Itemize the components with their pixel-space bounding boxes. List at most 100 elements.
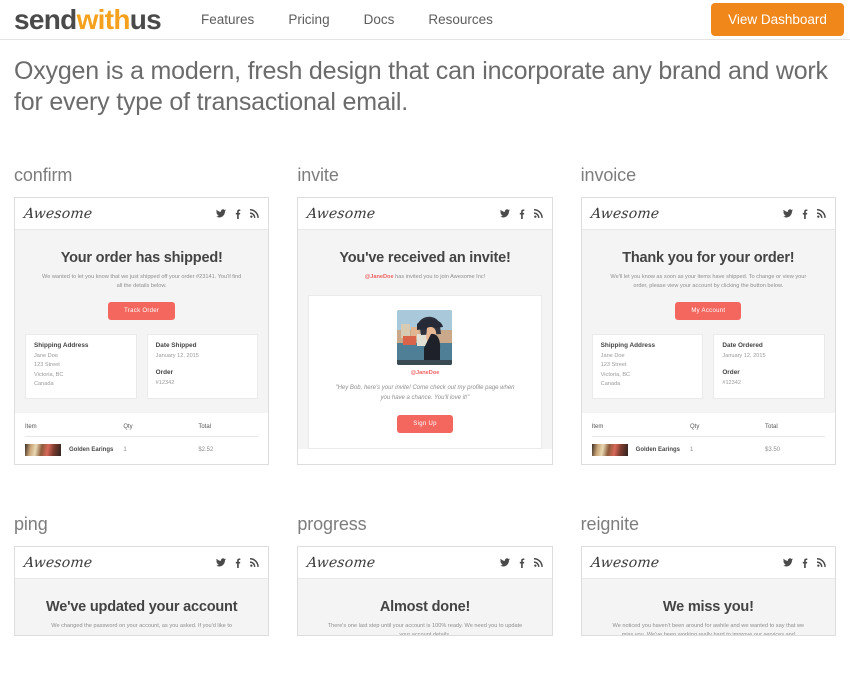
order-info-row: Shipping Address Jane Doe 123 Street Vic…	[591, 334, 825, 412]
nav-link-resources[interactable]: Resources	[428, 12, 493, 27]
email-title: Your order has shipped!	[60, 250, 223, 266]
email-cta-sign-up[interactable]: Sign Up	[397, 414, 453, 433]
date-shipped-heading: Date Shipped	[155, 342, 197, 350]
email-preview-confirm[interactable]: Awesome Your order has shipped! We wante…	[14, 197, 270, 465]
email-body: Your order has shipped! We wanted to let…	[15, 230, 269, 413]
item-total: $2.52	[198, 446, 214, 453]
order-info-row: Shipping Address Jane Doe 123 Street Vic…	[25, 334, 259, 412]
view-dashboard-button[interactable]: View Dashboard	[711, 3, 844, 36]
tile-label-invite: invite	[297, 165, 339, 185]
tile-label-reignite: reignite	[580, 514, 639, 534]
email-subtext: We'll let you know as soon as your items…	[610, 274, 807, 290]
email-header: Awesome	[15, 198, 269, 230]
rss-icon[interactable]	[250, 209, 260, 218]
email-header: Awesome	[581, 198, 835, 230]
col-item: Item	[25, 423, 37, 430]
email-body: You've received an invite! @JaneDoe has …	[298, 230, 552, 449]
email-subtext: @JaneDoe has invited you to join Awesome…	[325, 273, 525, 282]
facebook-icon[interactable]	[235, 558, 241, 568]
item-total: $3.50	[764, 446, 780, 453]
template-tile-progress[interactable]: progress Awesome Almost done! There's on…	[297, 514, 553, 636]
email-title: You've received an invite!	[339, 250, 511, 266]
page-description: Oxygen is a modern, fresh design that ca…	[14, 57, 828, 116]
email-header: Awesome	[298, 198, 552, 230]
email-preview-reignite[interactable]: Awesome We miss you! We noticed you have…	[580, 546, 836, 636]
rss-icon[interactable]	[816, 558, 826, 567]
nav-link-pricing[interactable]: Pricing	[288, 12, 329, 27]
email-preview-invite[interactable]: Awesome You've received an invite! @Jane…	[297, 197, 553, 465]
tile-label-invoice: invoice	[580, 165, 636, 185]
main-navigation: Features Pricing Docs Resources	[201, 12, 493, 27]
col-total: Total	[764, 423, 778, 430]
facebook-icon[interactable]	[519, 209, 525, 219]
sendwithus-logo[interactable]: sendwithus	[14, 3, 162, 35]
top-navbar: sendwithus Features Pricing Docs Resourc…	[0, 0, 850, 40]
date-ordered-value: January 12, 2015	[722, 353, 766, 360]
social-icons	[782, 558, 826, 568]
email-title: We miss you!	[662, 599, 754, 615]
shipping-address-heading: Shipping Address	[600, 342, 656, 350]
template-tile-confirm[interactable]: confirm Awesome Your order has shipped! …	[14, 165, 270, 465]
address-line-2: 123 Street	[34, 362, 60, 369]
awesome-logo: Awesome	[23, 205, 94, 222]
logo-part-us: us	[129, 3, 162, 35]
social-icons	[216, 209, 260, 219]
address-line-4: Canada	[34, 380, 54, 387]
email-preview-progress[interactable]: Awesome Almost done! There's one last st…	[297, 546, 553, 636]
facebook-icon[interactable]	[235, 209, 241, 219]
facebook-icon[interactable]	[519, 558, 525, 568]
shipping-address-heading: Shipping Address	[34, 342, 89, 350]
twitter-icon[interactable]	[216, 209, 227, 218]
awesome-logo: Awesome	[23, 554, 94, 571]
invite-sub-rest: has invited you to join Awesome Inc!	[393, 274, 486, 280]
template-tile-invite[interactable]: invite Awesome You've received an invite…	[297, 165, 553, 465]
twitter-icon[interactable]	[782, 209, 793, 218]
table-row: Golden Earings 1 $3.50	[591, 437, 825, 456]
email-header: Awesome	[15, 547, 269, 579]
address-line-1: Jane Doe	[600, 353, 625, 360]
order-number-value: #12342	[722, 380, 741, 387]
nav-link-features[interactable]: Features	[201, 12, 254, 27]
items-table: Item Qty Total Golden Earings 1 $2.52	[15, 412, 269, 456]
address-line-3: Victoria, BC	[34, 371, 64, 378]
facebook-icon[interactable]	[802, 209, 808, 219]
email-cta-my-account[interactable]: My Account	[675, 302, 742, 321]
rss-icon[interactable]	[816, 209, 826, 218]
twitter-icon[interactable]	[782, 558, 793, 567]
rss-icon[interactable]	[533, 558, 543, 567]
invite-panel: @JaneDoe "Hey Bob, here's your invite! C…	[308, 295, 542, 449]
table-row: Golden Earings 1 $2.52	[25, 437, 258, 456]
social-icons	[216, 558, 260, 568]
template-tile-ping[interactable]: ping Awesome We've updated your account …	[14, 514, 270, 636]
awesome-logo: Awesome	[589, 554, 660, 571]
avatar	[397, 310, 453, 366]
email-preview-invoice[interactable]: Awesome Thank you for your order! We'll …	[580, 197, 836, 465]
shipping-address-box: Shipping Address Jane Doe 123 Street Vic…	[591, 334, 704, 399]
template-tile-invoice[interactable]: invoice Awesome Thank you for your order…	[580, 165, 836, 465]
order-heading: Order	[155, 369, 174, 377]
email-subtext: We noticed you haven't been around for a…	[612, 623, 805, 636]
nav-link-docs[interactable]: Docs	[364, 12, 395, 27]
rss-icon[interactable]	[533, 209, 543, 218]
twitter-icon[interactable]	[499, 209, 510, 218]
facebook-icon[interactable]	[802, 558, 808, 568]
item-cell: Golden Earings	[25, 443, 123, 456]
email-body: We've updated your account We changed th…	[15, 579, 269, 635]
items-table-header: Item Qty Total	[25, 423, 259, 437]
product-thumbnail	[591, 443, 628, 456]
address-line-4: Canada	[600, 380, 621, 387]
invite-quote: "Hey Bob, here's your invite! Come check…	[335, 385, 515, 402]
social-icons	[499, 209, 543, 219]
rss-icon[interactable]	[250, 558, 260, 567]
template-tile-reignite[interactable]: reignite Awesome We miss you! We noticed…	[580, 514, 836, 636]
email-subtext: We wanted to let you know that we just s…	[42, 274, 242, 290]
twitter-icon[interactable]	[216, 558, 227, 567]
email-subtext: There's one last step until your account…	[327, 623, 523, 636]
date-ordered-heading: Date Ordered	[722, 342, 763, 350]
product-thumbnail	[25, 443, 61, 456]
email-preview-ping[interactable]: Awesome We've updated your account We ch…	[14, 546, 270, 636]
twitter-icon[interactable]	[499, 558, 510, 567]
email-cta-track-order[interactable]: Track Order	[108, 302, 176, 321]
logo-part-with: with	[76, 3, 131, 35]
logo-part-send: send	[14, 3, 77, 35]
